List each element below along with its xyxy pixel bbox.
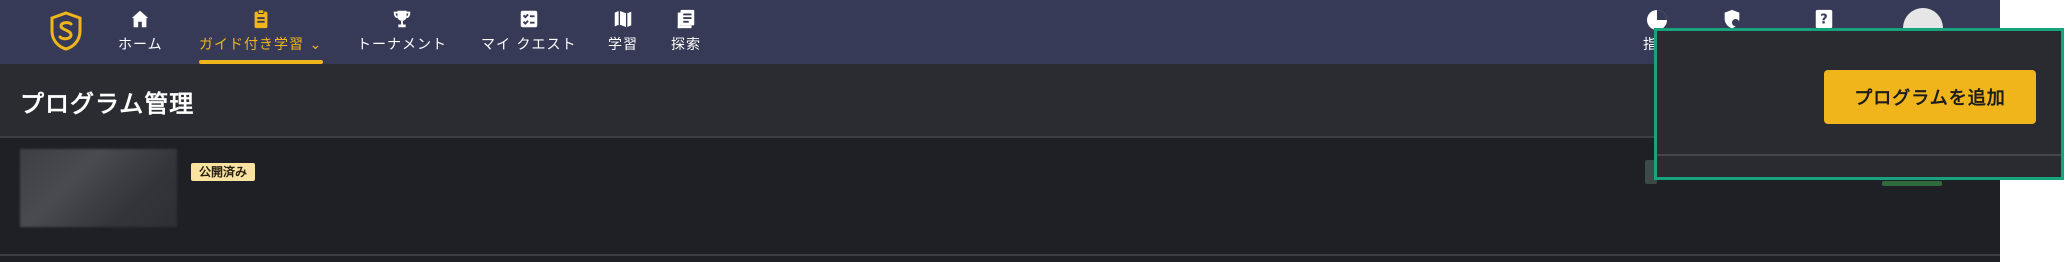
- row-status-edge: [1882, 181, 1942, 186]
- nav-item-guided-learning[interactable]: ガイド付き学習 ⌄: [199, 8, 322, 56]
- chevron-down-icon: ⌄: [309, 37, 323, 53]
- shield-gear-icon[interactable]: [1721, 8, 1743, 30]
- divider: [1657, 154, 2061, 156]
- nav-item-home[interactable]: ホーム: [118, 8, 163, 56]
- checklist-icon: [520, 10, 537, 28]
- map-icon: [614, 10, 632, 28]
- nav-item-explore[interactable]: 探索: [671, 8, 701, 56]
- add-program-button[interactable]: プログラムを追加: [1824, 70, 2036, 124]
- nav-item-label: トーナメント: [357, 37, 447, 53]
- program-thumbnail: [20, 149, 177, 227]
- nav-item-label: 学習: [608, 37, 638, 53]
- home-icon: [132, 10, 149, 28]
- nav-item-label: ホーム: [118, 37, 163, 53]
- document-search-icon: [677, 9, 695, 29]
- nav-item-learn[interactable]: 学習: [608, 8, 638, 56]
- nav-item-my-quests[interactable]: マイ クエスト: [481, 8, 576, 56]
- page-title: プログラム管理: [20, 90, 195, 118]
- status-badge: 公開済み: [191, 163, 256, 181]
- trophy-icon: [393, 10, 411, 28]
- nav-item-label: ガイド付き学習 ⌄: [199, 37, 323, 53]
- svg-text:?: ?: [1820, 13, 1827, 28]
- nav-item-label: マイ クエスト: [481, 37, 577, 53]
- logo-icon[interactable]: [48, 10, 84, 52]
- clipboard-icon: [254, 9, 268, 29]
- help-icon[interactable]: ?: [1813, 8, 1835, 30]
- nav-item-label: 探索: [671, 37, 701, 53]
- nav-item-tournament[interactable]: トーナメント: [357, 8, 447, 56]
